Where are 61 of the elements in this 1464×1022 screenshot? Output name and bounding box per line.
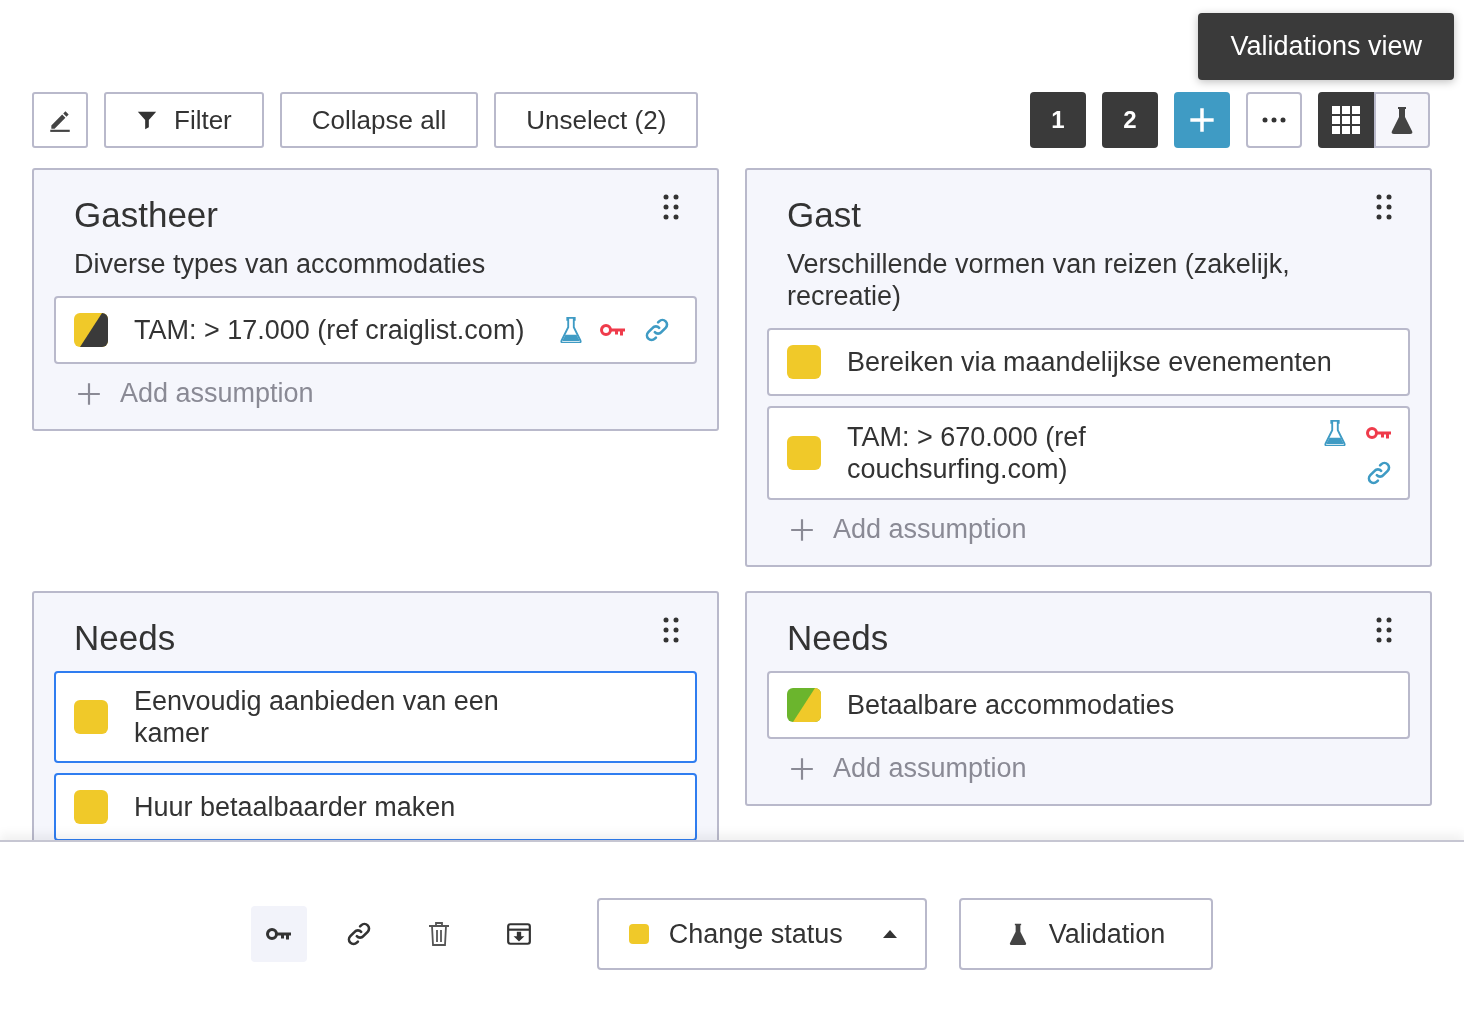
toolbar-button[interactable]: Filter bbox=[104, 92, 264, 148]
add-button[interactable] bbox=[1174, 92, 1230, 148]
flask-icon[interactable] bbox=[560, 317, 582, 343]
flask-icon[interactable] bbox=[1324, 420, 1346, 446]
assumption-card[interactable]: Huur betaalbaarder maken bbox=[54, 773, 697, 840]
more-icon bbox=[1262, 117, 1286, 123]
drag-handle-icon[interactable] bbox=[1376, 194, 1392, 220]
status-icon bbox=[74, 790, 108, 824]
key-icon[interactable] bbox=[600, 322, 626, 338]
link-icon[interactable] bbox=[644, 317, 670, 343]
section-subtitle: Diverse types van accommodaties bbox=[73, 248, 487, 280]
status-icon bbox=[787, 345, 821, 379]
grid-view-button[interactable] bbox=[1318, 92, 1374, 148]
assumption-text: TAM: > 670.000 (ref couchsurfing.com) bbox=[847, 421, 1087, 485]
status-icon bbox=[787, 688, 821, 722]
assumption-text: Bereiken via maandelijkse evenementen bbox=[847, 346, 1333, 378]
grid-icon bbox=[1332, 106, 1360, 134]
assumption-text: Eenvoudig aanbieden van een kamer bbox=[134, 685, 500, 749]
trash-icon bbox=[427, 921, 450, 947]
assumption-card[interactable]: Betaalbare accommodaties bbox=[767, 671, 1410, 739]
key-button[interactable] bbox=[250, 906, 307, 962]
assumption-card[interactable]: Bereiken via maandelijkse evenementen bbox=[767, 328, 1410, 396]
section-title: Needs bbox=[787, 617, 889, 659]
assumption-card[interactable]: Eenvoudig aanbieden van een kamer bbox=[54, 671, 697, 763]
assumption-card[interactable]: TAM: > 17.000 (ref craiglist.com) bbox=[54, 296, 697, 364]
toolbar-button[interactable]: Collapse all bbox=[279, 92, 479, 148]
plus-icon bbox=[789, 755, 815, 782]
tooltip: Validations view bbox=[1198, 13, 1454, 80]
link-icon[interactable] bbox=[1366, 460, 1392, 486]
plus-icon bbox=[76, 380, 102, 407]
status-icon bbox=[74, 700, 108, 734]
change-status-dropdown[interactable]: Change status bbox=[596, 898, 927, 970]
page-button[interactable]: 1 bbox=[1030, 92, 1086, 148]
section-title: Gastheer bbox=[74, 194, 218, 236]
flask-icon bbox=[1008, 923, 1027, 945]
flask-icon bbox=[1391, 106, 1413, 134]
drag-handle-icon[interactable] bbox=[663, 194, 679, 220]
validation-button[interactable]: Validation bbox=[958, 898, 1214, 970]
plus-icon bbox=[1188, 106, 1216, 134]
edit-button[interactable] bbox=[32, 92, 88, 148]
assumption-text: TAM: > 17.000 (ref craiglist.com) bbox=[134, 314, 526, 346]
status-icon bbox=[787, 436, 821, 470]
assumption-card[interactable]: TAM: > 670.000 (ref couchsurfing.com) bbox=[767, 406, 1410, 500]
page-button[interactable]: 2 bbox=[1102, 92, 1158, 148]
assumption-text: Betaalbare accommodaties bbox=[847, 689, 1176, 721]
toolbar-button[interactable]: Unselect (2) bbox=[494, 92, 699, 148]
plus-icon bbox=[789, 516, 815, 543]
key-icon[interactable] bbox=[1366, 425, 1392, 441]
link-icon bbox=[345, 921, 372, 947]
filter-icon bbox=[136, 109, 158, 131]
drag-handle-icon[interactable] bbox=[1376, 617, 1392, 643]
archive-icon bbox=[505, 921, 532, 947]
section-title: Needs bbox=[74, 617, 176, 659]
assumption-text: Huur betaalbaarder maken bbox=[134, 791, 457, 823]
status-icon bbox=[74, 313, 108, 347]
caret-icon bbox=[882, 930, 897, 938]
drag-handle-icon[interactable] bbox=[663, 617, 679, 643]
key-icon bbox=[265, 926, 292, 942]
section-title: Gast bbox=[787, 194, 861, 236]
section-subtitle: Verschillende vormen van reizen (zakelijk, recreatie) bbox=[786, 248, 1291, 312]
validation-view-button[interactable] bbox=[1374, 92, 1430, 148]
